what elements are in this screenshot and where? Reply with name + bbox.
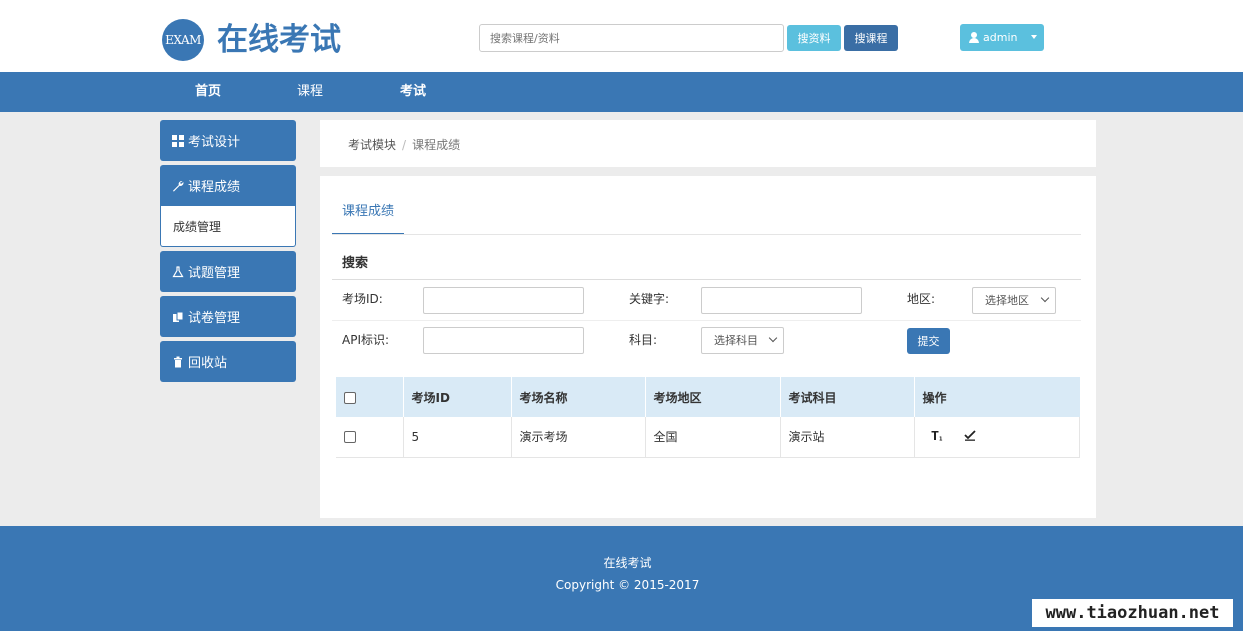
sidebar-subitem-score-manage[interactable]: 成绩管理 — [160, 206, 296, 247]
search-data-button[interactable]: 搜资料 — [787, 25, 841, 51]
region-select[interactable]: 选择地区 — [972, 287, 1056, 314]
sidebar-item-question-manage[interactable]: 试题管理 — [160, 251, 296, 292]
column-header-actions: 操作 — [913, 377, 1080, 417]
column-header-region[interactable]: 考场地区 — [644, 377, 780, 417]
search-input[interactable] — [479, 24, 784, 52]
user-icon — [969, 32, 979, 43]
sidebar-item-paper-manage[interactable]: 试卷管理 — [160, 296, 296, 337]
subject-select[interactable]: 选择科目 — [701, 327, 784, 354]
caret-down-icon — [1031, 35, 1037, 39]
table-row: 5 演示考场 全国 演示站 1 — [336, 417, 1080, 458]
tab-divider — [332, 234, 1081, 235]
nav-item-home[interactable]: 首页 — [195, 72, 221, 112]
subject-label: 科目: — [629, 333, 658, 347]
user-name: admin — [983, 31, 1018, 44]
cell-subject: 演示站 — [779, 417, 914, 458]
search-divider — [332, 279, 1081, 280]
nav-item-course[interactable]: 课程 — [297, 72, 323, 112]
select-all-cell — [336, 377, 403, 417]
flask-icon — [172, 265, 184, 278]
api-input[interactable] — [423, 327, 584, 354]
room-id-input[interactable] — [423, 287, 584, 314]
keyword-label: 关键字: — [629, 292, 670, 306]
row-select-cell — [336, 417, 403, 458]
main-panel: 课程成绩 搜索 考场ID: 关键字: 地区: 选择地区 API标识: 科目: 选… — [320, 176, 1096, 518]
breadcrumb-separator: / — [402, 138, 407, 152]
logo-badge[interactable]: EXAM — [162, 19, 204, 61]
footer-title: 在线考试 — [603, 556, 652, 570]
main-navbar: 首页 课程 考试 — [0, 72, 1243, 112]
row-checkbox[interactable] — [344, 431, 356, 444]
submit-button[interactable]: 提交 — [907, 328, 950, 354]
logo-text[interactable]: 在线考试 — [217, 20, 341, 60]
results-table: 考场ID 考场名称 考场地区 考试科目 操作 5 演示考场 全国 演示站 1 — [336, 377, 1080, 458]
column-header-subject[interactable]: 考试科目 — [779, 377, 914, 417]
sidebar-item-exam-design[interactable]: 考试设计 — [160, 120, 296, 161]
sidebar-item-label: 试题管理 — [188, 266, 241, 281]
sidebar-item-label: 课程成绩 — [188, 180, 241, 195]
column-header-room-id[interactable]: 考场ID — [402, 377, 511, 417]
chevron-down-icon — [1040, 293, 1050, 303]
copy-icon — [172, 311, 184, 323]
breadcrumb-panel: 考试模块 / 课程成绩 — [320, 120, 1096, 167]
cell-region: 全国 — [644, 417, 780, 458]
search-heading: 搜索 — [342, 256, 369, 271]
header: EXAM 在线考试 搜资料 搜课程 admin — [0, 0, 1243, 72]
room-id-label: 考场ID: — [342, 292, 383, 306]
keyword-input[interactable] — [701, 287, 862, 314]
select-all-checkbox[interactable] — [344, 391, 356, 404]
sidebar-item-label: 试卷管理 — [188, 311, 241, 326]
cell-room-id: 5 — [402, 417, 511, 458]
search-course-button[interactable]: 搜课程 — [844, 25, 898, 51]
column-header-room-name[interactable]: 考场名称 — [510, 377, 645, 417]
trash-icon — [172, 356, 184, 368]
user-menu-button[interactable]: admin — [960, 24, 1044, 51]
wrench-icon — [172, 180, 184, 192]
sidebar-item-label: 考试设计 — [188, 135, 241, 150]
cell-actions: 1 — [913, 417, 1080, 458]
region-select-value: 选择地区 — [985, 294, 1029, 307]
sidebar-item-recycle-bin[interactable]: 回收站 — [160, 341, 296, 382]
grid-icon — [172, 134, 184, 147]
breadcrumb-current: 课程成绩 — [412, 138, 461, 152]
table-header-row: 考场ID 考场名称 考场地区 考试科目 操作 — [336, 377, 1080, 417]
chevron-down-icon — [768, 333, 778, 343]
subject-select-value: 选择科目 — [714, 334, 758, 347]
breadcrumb: 考试模块 / 课程成绩 — [348, 136, 460, 153]
check-icon[interactable] — [964, 430, 976, 444]
sidebar: 考试设计 课程成绩 成绩管理 试题管理 试卷管理 回收站 — [160, 120, 296, 382]
footer-copyright: Copyright © 2015-2017 — [555, 578, 700, 592]
sidebar-item-label: 回收站 — [188, 356, 228, 371]
text-height-icon[interactable]: 1 — [931, 430, 943, 444]
tab-course-score[interactable]: 课程成绩 — [332, 202, 404, 235]
nav-item-exam[interactable]: 考试 — [400, 72, 426, 112]
site-watermark: www.tiaozhuan.net — [1032, 599, 1233, 627]
breadcrumb-parent[interactable]: 考试模块 — [348, 138, 396, 152]
sidebar-item-course-score[interactable]: 课程成绩 — [160, 165, 296, 206]
search-row-divider — [332, 320, 1081, 321]
api-label: API标识: — [342, 333, 390, 347]
region-label: 地区: — [907, 292, 936, 306]
cell-room-name: 演示考场 — [510, 417, 645, 458]
svg-text:1: 1 — [939, 436, 943, 441]
